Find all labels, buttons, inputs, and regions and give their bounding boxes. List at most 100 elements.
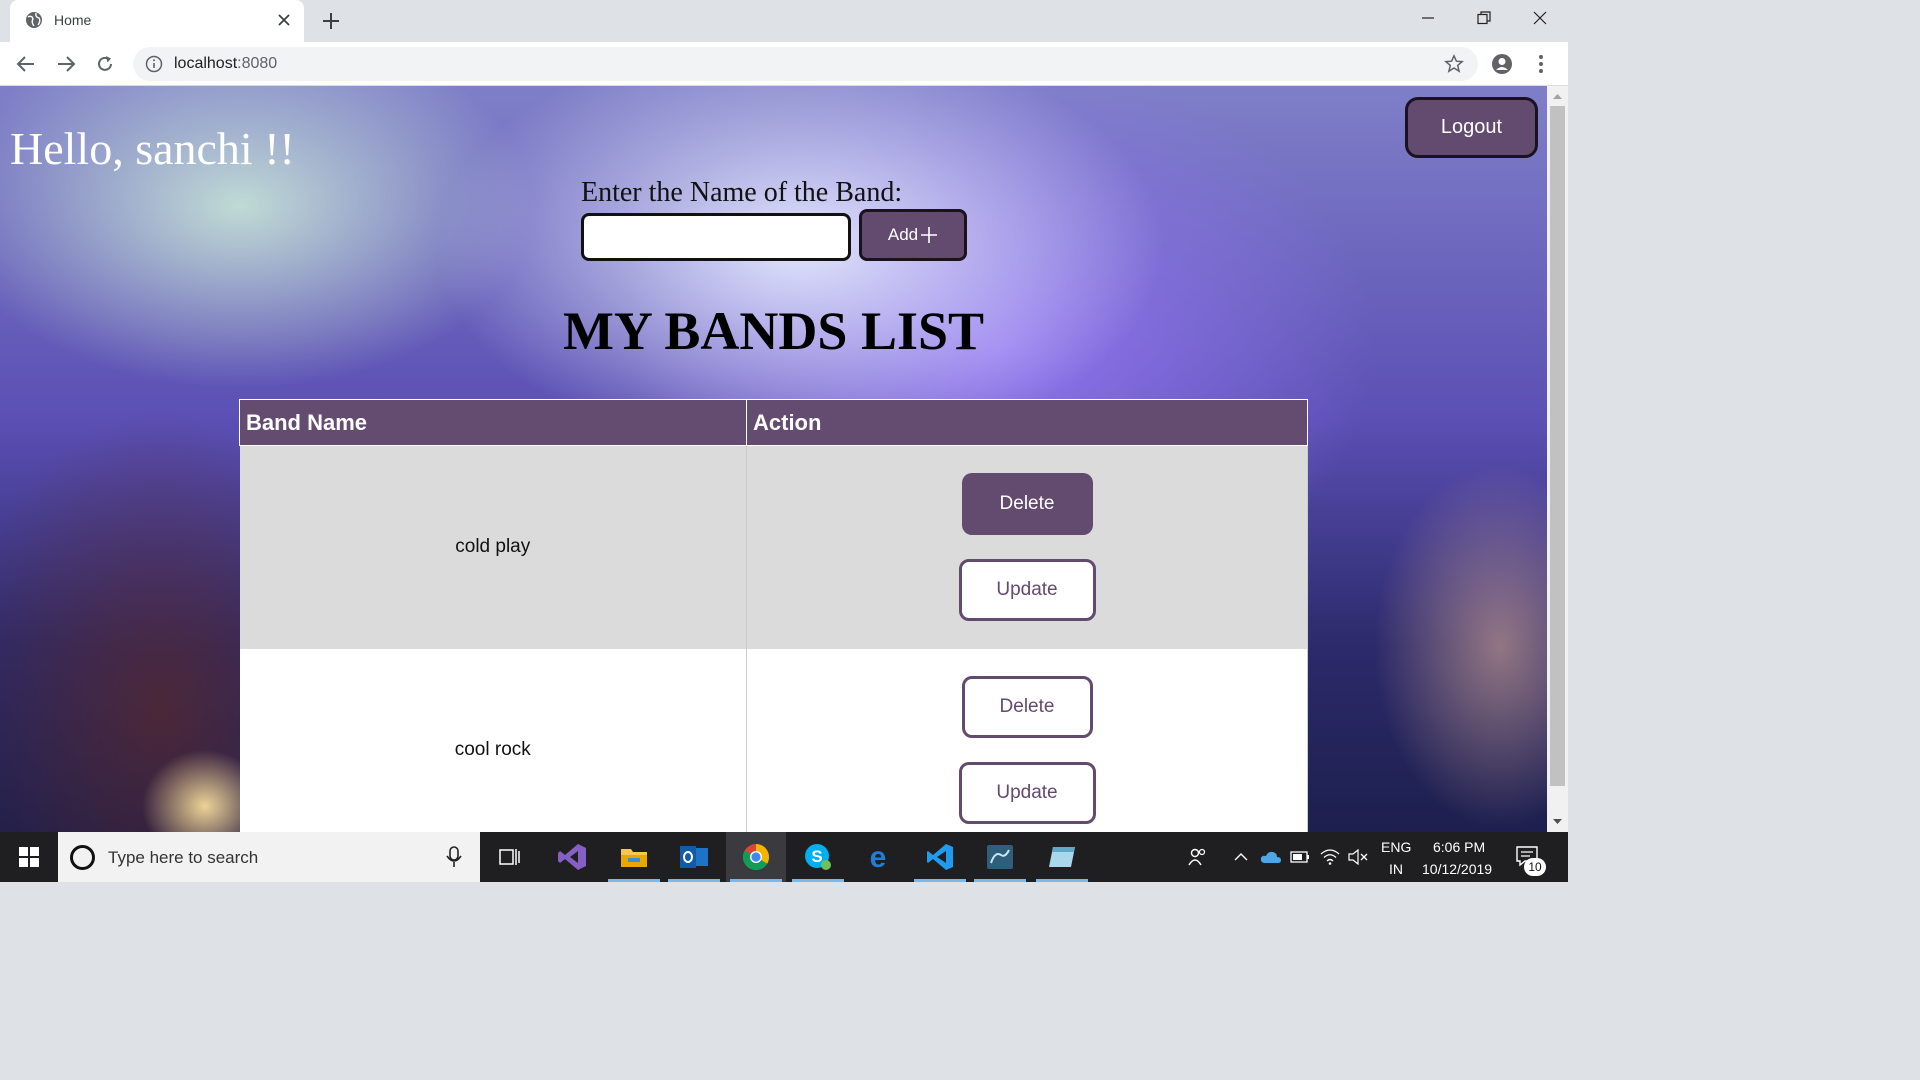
url-text: localhost:8080 <box>174 55 278 72</box>
vscode-icon <box>927 844 953 870</box>
restore-icon <box>1477 11 1491 25</box>
cortana-icon <box>70 845 95 870</box>
arrow-left-icon <box>16 56 34 72</box>
database-tool-icon <box>987 845 1013 869</box>
logout-button[interactable]: Logout <box>1405 97 1538 158</box>
info-icon[interactable] <box>145 55 163 73</box>
people-button[interactable] <box>1182 832 1212 882</box>
running-indicator <box>668 879 720 882</box>
svg-text:e: e <box>870 843 887 871</box>
search-placeholder: Type here to search <box>108 848 259 867</box>
task-view-icon <box>499 849 520 865</box>
wifi-icon <box>1320 849 1340 865</box>
close-icon <box>1533 11 1547 25</box>
windows-logo-icon <box>19 847 39 867</box>
greeting-heading: Hello, sanchi !! <box>10 123 295 174</box>
table-header-row: Band Name Action <box>239 399 1308 446</box>
back-button[interactable] <box>14 52 38 76</box>
scroll-up-arrow-icon[interactable] <box>1552 91 1563 102</box>
speaker-muted-icon <box>1348 849 1368 865</box>
minimize-window-button[interactable] <box>1400 0 1456 36</box>
band-name-input[interactable] <box>581 213 851 261</box>
browser-tab-home[interactable]: Home <box>10 0 304 42</box>
globe-icon <box>26 12 42 28</box>
skype-taskbar-button[interactable]: S <box>788 832 848 882</box>
action-cell: Delete Update <box>746 648 1308 832</box>
add-band-button[interactable]: Add <box>859 209 967 261</box>
tab-title: Home <box>54 12 92 28</box>
chevron-up-icon <box>1234 853 1248 861</box>
edge-icon: e <box>870 843 887 871</box>
delete-button[interactable]: Delete <box>961 676 1093 738</box>
address-bar[interactable]: localhost:8080 <box>133 47 1478 81</box>
running-indicator <box>730 879 782 882</box>
bands-list-title: MY BANDS LIST <box>562 301 985 361</box>
forward-button[interactable] <box>54 52 78 76</box>
table-row: cool rock Delete Update <box>239 648 1308 832</box>
chrome-taskbar-button[interactable] <box>726 832 786 882</box>
vscode-taskbar-button[interactable] <box>910 832 970 882</box>
edge-taskbar-button[interactable]: e <box>848 832 908 882</box>
svg-text:S: S <box>811 847 822 866</box>
arrow-right-icon <box>58 56 76 72</box>
band-name-label: Enter the Name of the Band: <box>581 177 903 208</box>
task-view-button[interactable] <box>480 832 540 882</box>
reload-icon <box>98 56 112 71</box>
visual-studio-icon <box>558 844 586 870</box>
browser-tab-bar: Home <box>0 0 1568 42</box>
profile-button[interactable] <box>1490 52 1514 76</box>
scroll-down-arrow-icon[interactable] <box>1552 816 1563 827</box>
network-button[interactable] <box>1318 832 1342 882</box>
clock-time[interactable]: 6:06 PM <box>1433 839 1485 855</box>
clock-date[interactable]: 10/12/2019 <box>1422 861 1492 877</box>
outlook-icon <box>680 846 708 868</box>
visual-studio-taskbar-button[interactable] <box>542 832 602 882</box>
show-hidden-icons-button[interactable] <box>1230 832 1252 882</box>
column-header-action: Action <box>746 399 1308 446</box>
action-cell: Delete Update <box>746 445 1308 649</box>
chrome-icon <box>742 844 770 871</box>
start-button[interactable] <box>0 832 58 882</box>
table-row: cold play Delete Update <box>239 445 1308 649</box>
input-region[interactable]: IN <box>1389 861 1403 877</box>
browser-menu-button[interactable] <box>1529 52 1553 76</box>
volume-button[interactable] <box>1346 832 1370 882</box>
scrollbar-thumb[interactable] <box>1550 106 1565 786</box>
windows-taskbar: Type here to search S e ENG IN 6:06 PM 1… <box>0 832 1568 882</box>
outlook-taskbar-button[interactable] <box>664 832 724 882</box>
mysql-workbench-taskbar-button[interactable] <box>970 832 1030 882</box>
close-window-button[interactable] <box>1512 0 1568 36</box>
new-tab-icon[interactable] <box>320 10 342 32</box>
more-vertical-icon <box>1539 55 1543 73</box>
app-window-icon <box>1049 847 1075 867</box>
update-button[interactable]: Update <box>958 559 1096 622</box>
battery-icon <box>1290 851 1309 863</box>
bookmark-star-icon[interactable] <box>1444 54 1464 74</box>
restore-window-button[interactable] <box>1456 0 1512 36</box>
input-language[interactable]: ENG <box>1381 839 1411 855</box>
page-scrollbar[interactable] <box>1547 86 1568 832</box>
account-icon <box>1492 54 1512 74</box>
running-indicator <box>792 879 844 882</box>
running-indicator <box>974 879 1026 882</box>
taskbar-search-box[interactable]: Type here to search <box>58 832 480 882</box>
column-header-band-name: Band Name <box>239 399 747 446</box>
cloud-icon <box>1260 851 1281 863</box>
file-explorer-taskbar-button[interactable] <box>604 832 664 882</box>
app-taskbar-button[interactable] <box>1032 832 1092 882</box>
microphone-icon[interactable] <box>446 846 462 868</box>
battery-button[interactable] <box>1288 832 1312 882</box>
notification-count-badge: 10 <box>1524 858 1546 876</box>
browser-toolbar: localhost:8080 <box>0 42 1568 86</box>
delete-button[interactable]: Delete <box>961 473 1093 536</box>
add-button-label: Add <box>887 225 919 244</box>
running-indicator <box>608 879 660 882</box>
reload-button[interactable] <box>93 52 117 76</box>
people-icon <box>1188 848 1206 866</box>
update-button[interactable]: Update <box>958 762 1096 824</box>
running-indicator <box>1036 879 1088 882</box>
skype-icon: S <box>805 844 831 870</box>
close-tab-icon[interactable] <box>274 10 294 30</box>
page-viewport: Hello, sanchi !! Logout Enter the Name o… <box>0 86 1547 832</box>
onedrive-button[interactable] <box>1258 832 1284 882</box>
